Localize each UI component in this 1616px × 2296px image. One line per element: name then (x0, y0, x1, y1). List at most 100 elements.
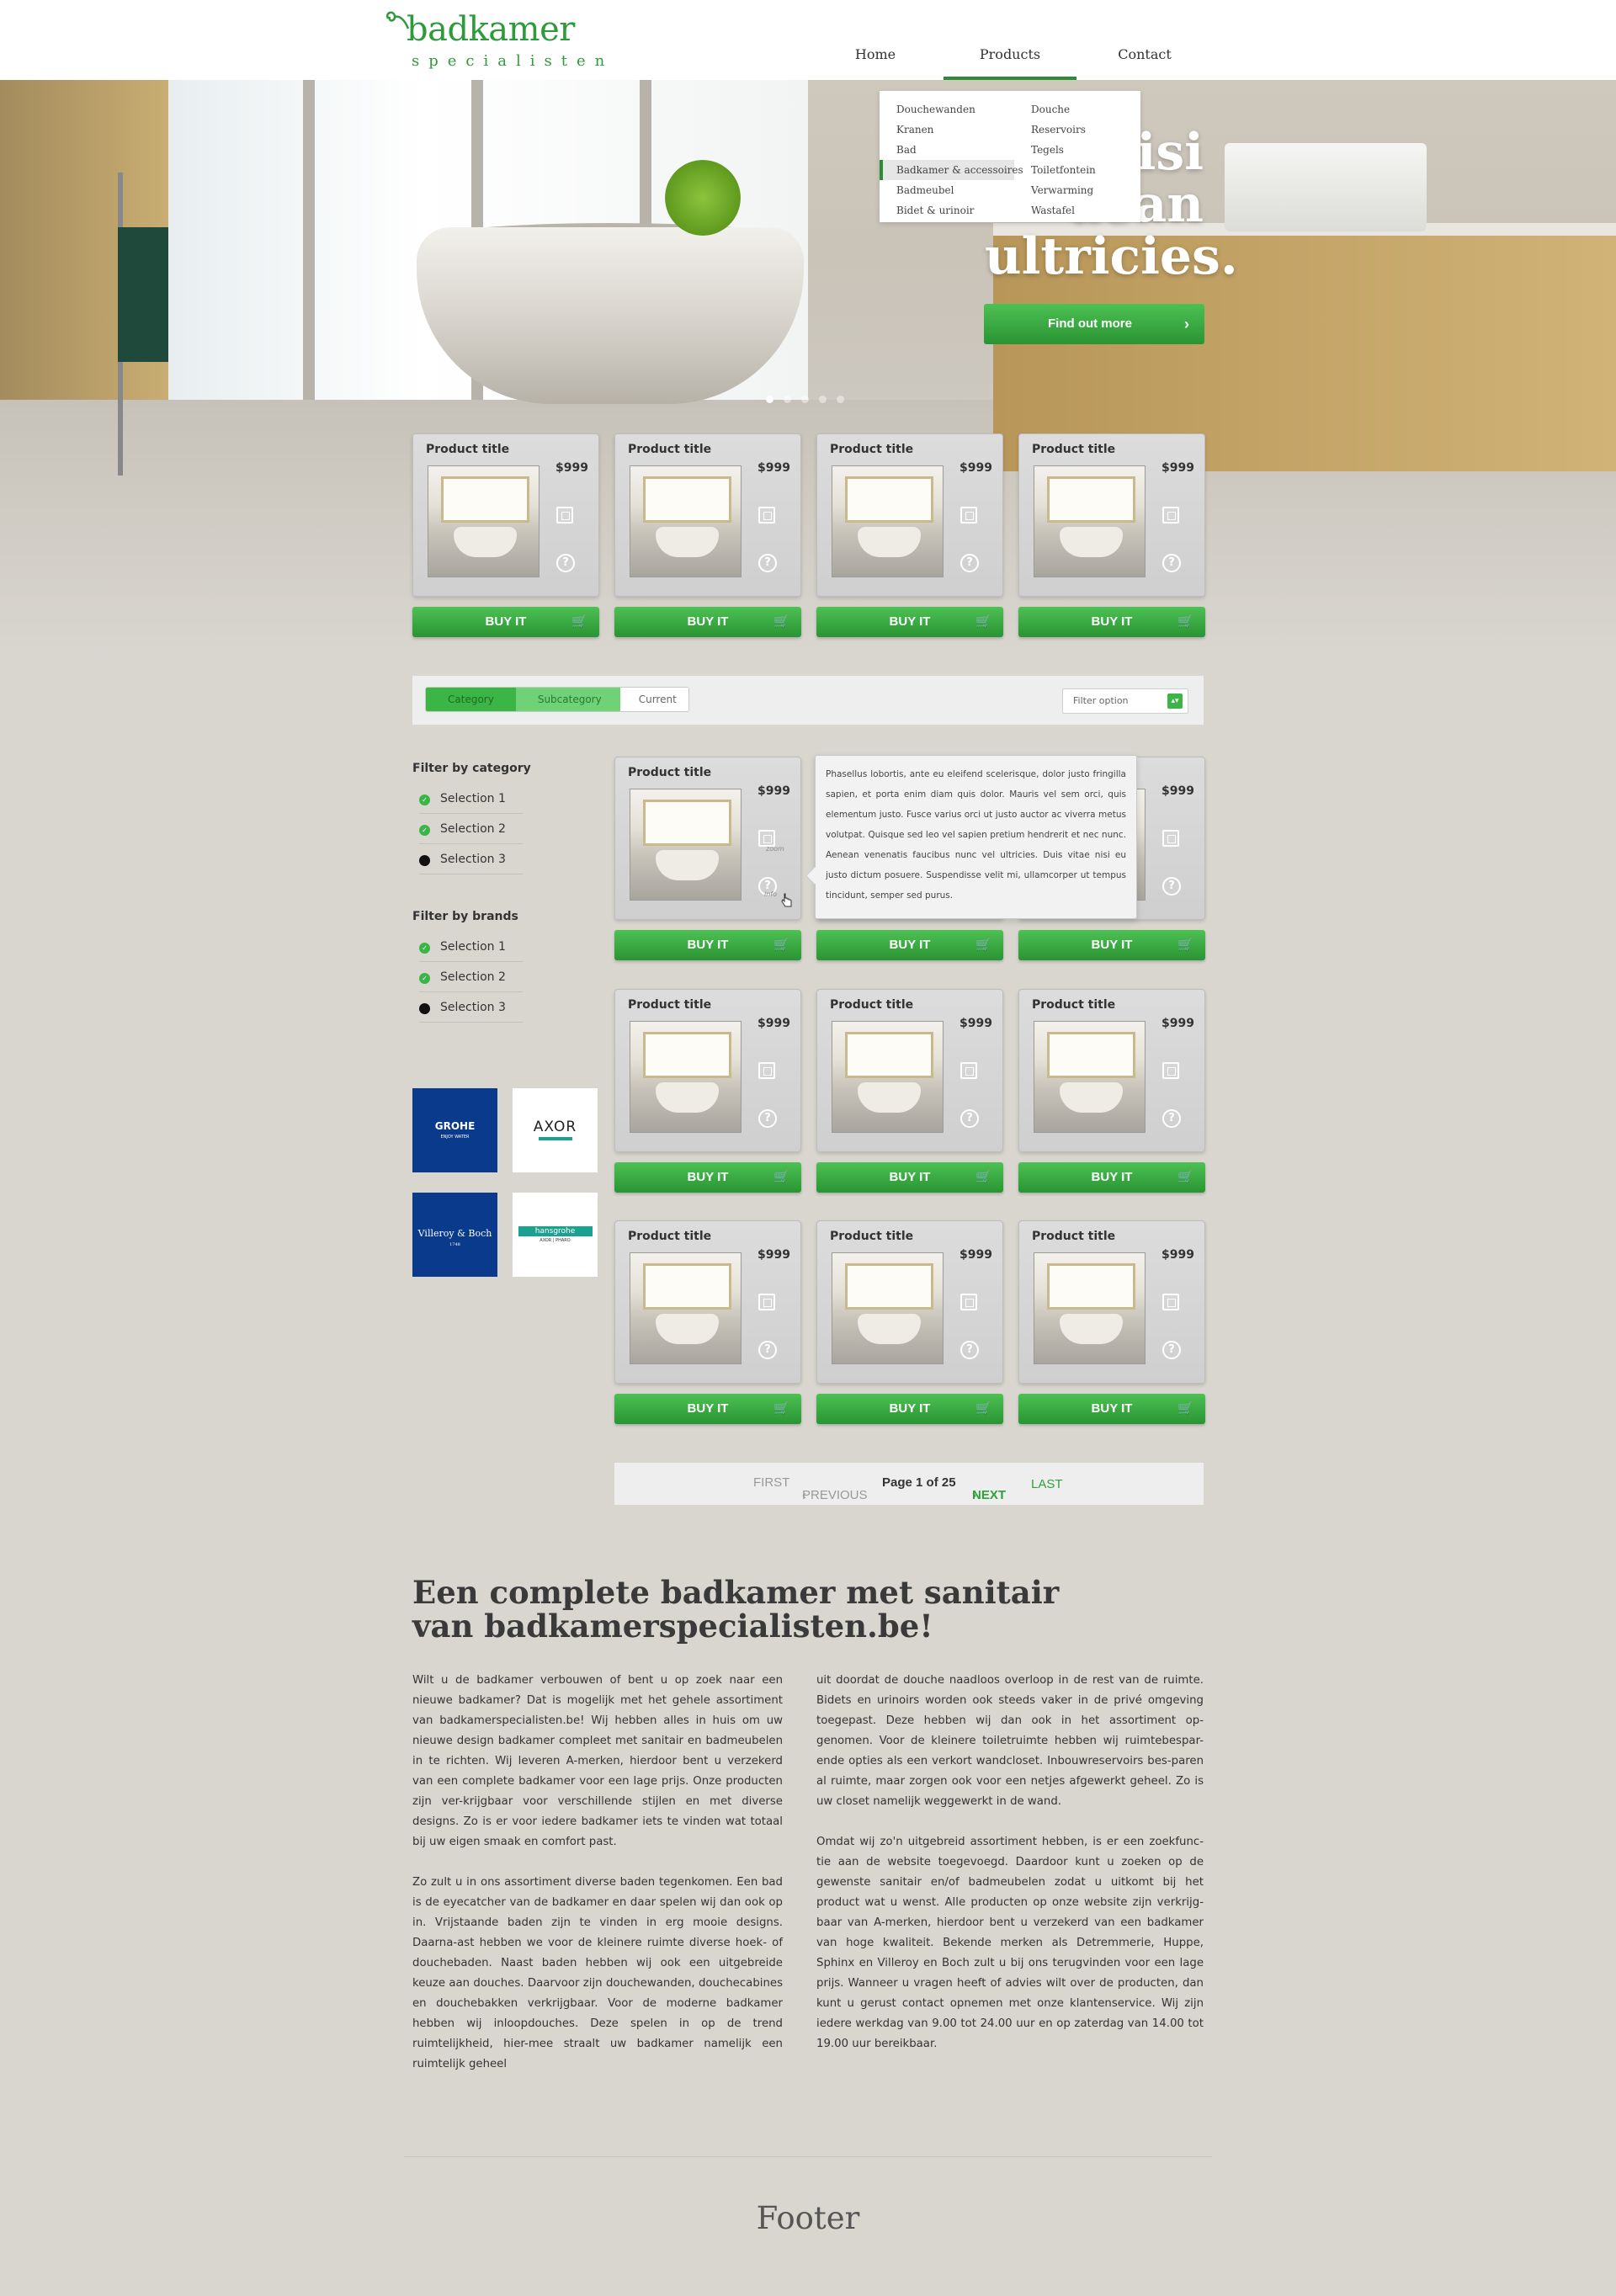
info-icon[interactable]: ? (556, 554, 575, 572)
dropdown-item-highlighted[interactable]: Badkamer & accessoires (880, 160, 1023, 180)
product-price: $999 (960, 1017, 992, 1030)
dropdown-item[interactable]: Reservoirs (1014, 120, 1140, 140)
info-icon[interactable]: ? (1162, 1109, 1181, 1128)
product-card-body[interactable]: Product title $999 ? (412, 433, 599, 597)
buy-it-button[interactable]: BUY IT 🛒 (816, 607, 1003, 637)
zoom-icon[interactable] (960, 1294, 977, 1310)
buy-it-button[interactable]: BUY IT 🛒 (614, 1162, 801, 1193)
info-icon[interactable]: ? (1162, 877, 1181, 896)
info-icon[interactable]: ? (758, 554, 777, 572)
brand-option[interactable]: ✓ Selection 2 (419, 962, 523, 992)
zoom-icon[interactable] (758, 830, 775, 847)
dropdown-item[interactable]: Kranen (880, 120, 1014, 140)
product-image[interactable] (630, 1021, 742, 1133)
slider-dot[interactable] (819, 396, 827, 403)
info-icon[interactable]: ? (758, 1341, 777, 1359)
product-card-body[interactable]: Product title $999 ? (1018, 433, 1205, 597)
product-image[interactable] (1034, 465, 1146, 577)
buy-it-button[interactable]: BUY IT 🛒 (1018, 1162, 1205, 1193)
category-option[interactable]: Selection 3 (419, 844, 523, 874)
pager-first[interactable]: FIRST (753, 1475, 789, 1490)
slider-dot[interactable] (766, 396, 773, 403)
zoom-icon[interactable] (556, 507, 573, 524)
dropdown-item[interactable]: Douche (1014, 99, 1140, 120)
product-image[interactable] (428, 465, 540, 577)
product-image[interactable] (1034, 1252, 1146, 1364)
buy-it-button[interactable]: BUY IT 🛒 (614, 930, 801, 960)
slider-dot[interactable] (837, 396, 844, 403)
product-card-body[interactable]: Product title $999 ? (614, 989, 801, 1152)
dropdown-item[interactable]: Douchewanden (880, 99, 1014, 120)
dropdown-item[interactable]: Bidet & urinoir (880, 200, 1014, 221)
brand-option[interactable]: Selection 3 (419, 992, 523, 1023)
product-image[interactable] (832, 1021, 944, 1133)
dropdown-item[interactable]: Badmeubel (880, 180, 1014, 200)
nav-home[interactable]: Home (808, 46, 943, 62)
product-image[interactable] (630, 465, 742, 577)
buy-it-button[interactable]: BUY IT 🛒 (816, 930, 1003, 960)
info-icon[interactable]: ? (960, 1341, 979, 1359)
product-card-body[interactable]: Product title $999 ? (614, 1220, 801, 1384)
product-card-body[interactable]: Product title $999 ? (816, 433, 1003, 597)
zoom-icon[interactable] (758, 1062, 775, 1079)
buy-it-button[interactable]: BUY IT 🛒 (816, 1394, 1003, 1424)
product-card-body[interactable]: Product title $999 ? (614, 433, 801, 597)
zoom-icon[interactable] (1162, 830, 1179, 847)
product-card-body[interactable]: Product title $999 ? (816, 989, 1003, 1152)
product-image[interactable] (630, 789, 742, 901)
buy-it-label: BUY IT (1091, 938, 1133, 952)
product-title: Product title (628, 1230, 712, 1243)
brand-logo-axor[interactable]: AXOR (513, 1088, 598, 1172)
zoom-icon[interactable] (758, 1294, 775, 1310)
dropdown-item[interactable]: Tegels (1014, 140, 1140, 160)
buy-it-button[interactable]: BUY IT 🛒 (412, 607, 599, 637)
info-icon[interactable]: ? (960, 1109, 979, 1128)
category-option[interactable]: ✓ Selection 2 (419, 814, 523, 844)
buy-it-button[interactable]: BUY IT 🛒 (614, 607, 801, 637)
buy-it-button[interactable]: BUY IT 🛒 (614, 1394, 801, 1424)
info-icon[interactable]: ? (1162, 554, 1181, 572)
pager-last[interactable]: LAST (1031, 1477, 1063, 1491)
product-image[interactable] (832, 1252, 944, 1364)
filter-select[interactable]: Filter option ▴▾ (1062, 688, 1188, 714)
buy-it-button[interactable]: BUY IT 🛒 (1018, 1394, 1205, 1424)
find-out-more-button[interactable]: Find out more › (984, 304, 1204, 344)
nav-products[interactable]: Products (943, 46, 1077, 62)
zoom-icon[interactable] (758, 507, 775, 524)
product-image-window (845, 1263, 933, 1310)
zoom-icon[interactable] (1162, 1062, 1179, 1079)
brand-option[interactable]: ✓ Selection 1 (419, 932, 523, 962)
category-option[interactable]: ✓ Selection 1 (419, 784, 523, 814)
breadcrumb-item[interactable]: Category (426, 688, 516, 711)
buy-it-button[interactable]: BUY IT 🛒 (816, 1162, 1003, 1193)
product-image[interactable] (630, 1252, 742, 1364)
zoom-icon[interactable] (960, 1062, 977, 1079)
buy-it-button[interactable]: BUY IT 🛒 (1018, 930, 1205, 960)
slider-dot[interactable] (801, 396, 809, 403)
info-icon[interactable]: ? (960, 554, 979, 572)
brand-logo-grohe[interactable]: GROHE ENJOY WATER (412, 1088, 497, 1172)
product-card-body[interactable]: Product title $999 ? (816, 1220, 1003, 1384)
brand-logo-hansgrohe[interactable]: hansgrohe AXOR | PHARO (513, 1193, 598, 1277)
zoom-icon[interactable] (1162, 507, 1179, 524)
slider-dot[interactable] (784, 396, 791, 403)
product-image[interactable] (832, 465, 944, 577)
info-icon[interactable]: ? (758, 1109, 777, 1128)
dropdown-item[interactable]: Wastafel (1014, 200, 1140, 221)
breadcrumb-item[interactable]: Subcategory (515, 688, 620, 711)
dropdown-item[interactable]: Verwarming (1014, 180, 1140, 200)
dropdown-item[interactable]: Bad (880, 140, 1014, 160)
nav-contact[interactable]: Contact (1077, 46, 1212, 62)
product-image[interactable] (1034, 1021, 1146, 1133)
product-card-body[interactable]: Product title $999 ? (1018, 1220, 1205, 1384)
dropdown-item[interactable]: Toiletfontein (1014, 160, 1140, 180)
hero-basin (1225, 143, 1427, 231)
info-icon[interactable]: ? (1162, 1341, 1181, 1359)
buy-it-button[interactable]: BUY IT 🛒 (1018, 607, 1205, 637)
zoom-icon[interactable] (960, 507, 977, 524)
product-card-body[interactable]: Product title $999 ? (1018, 989, 1205, 1152)
brand-logo-villeroy-boch[interactable]: Villeroy & Boch 1748 (412, 1193, 497, 1277)
zoom-icon[interactable] (1162, 1294, 1179, 1310)
product-title: Product title (628, 766, 712, 779)
find-out-more-label: Find out more (1048, 316, 1132, 331)
